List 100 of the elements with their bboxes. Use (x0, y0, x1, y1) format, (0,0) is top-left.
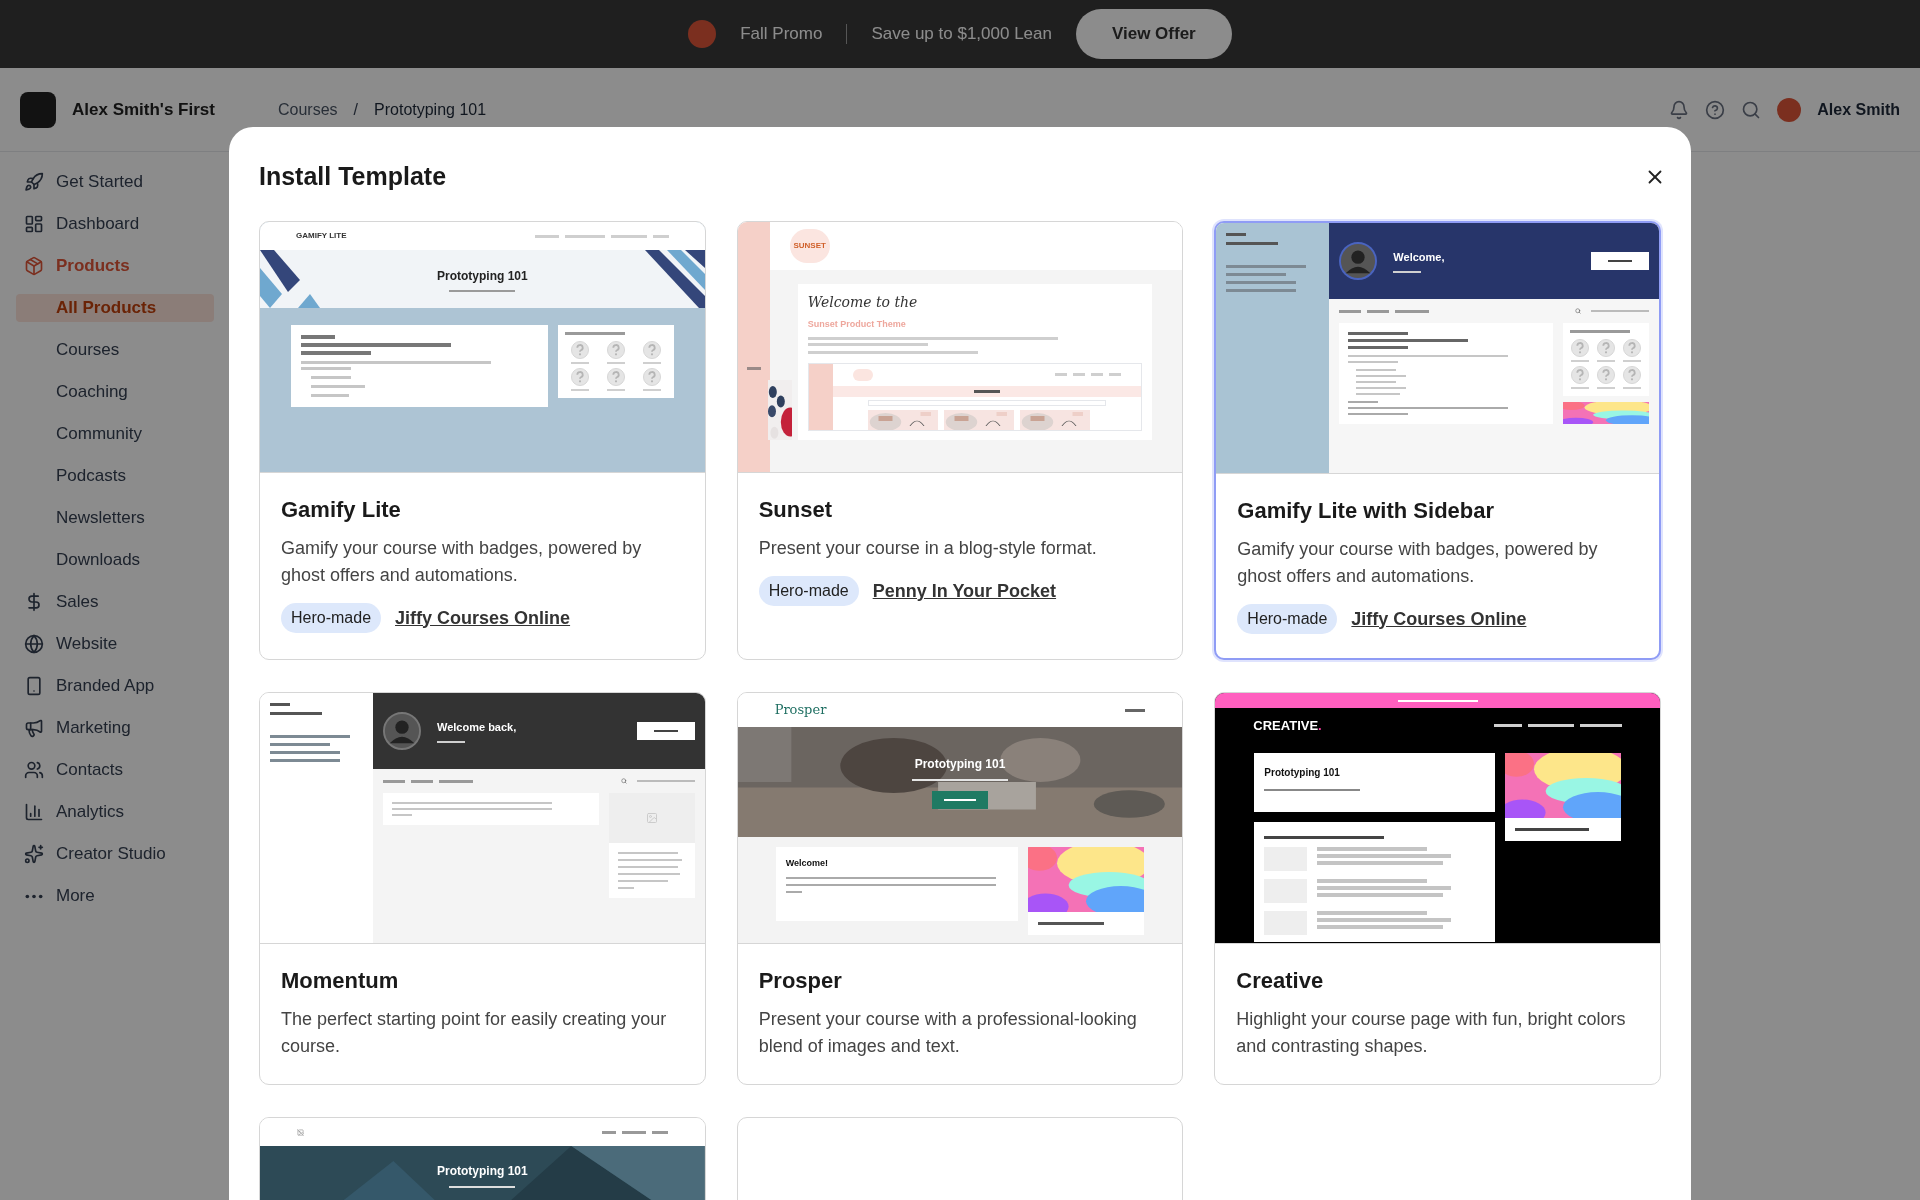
course-title: Prototyping 101 (437, 1163, 528, 1180)
text-lines-drawing (944, 799, 976, 801)
template-card[interactable]: Welcome, Gamify Lite with Sidebar Gamify your course with badges, powered by ghost offers and automations. Hero-made Jiffy Courses Online (1214, 221, 1661, 660)
sidebar-subitem[interactable]: Podcasts (24, 462, 206, 490)
sidebar-subitem[interactable]: All Products (16, 294, 214, 322)
text-lines-drawing (1226, 233, 1279, 245)
sidebar-item[interactable]: Website (56, 631, 118, 657)
sidebar-subitem[interactable]: Coaching (24, 378, 206, 406)
text-lines-drawing (1608, 260, 1632, 262)
site-brand: CREATIVE. (1253, 716, 1322, 735)
template-name: Gamify Lite (281, 496, 402, 524)
promo-title: Fall Promo (740, 23, 823, 46)
breadcrumb-item[interactable]: Courses (278, 97, 338, 122)
text-lines-drawing (1623, 360, 1641, 362)
view-offer-button[interactable]: View Offer (1075, 9, 1232, 59)
template-card[interactable]: Welcome back, Momentum The perfect starting point for easily creating your course. (259, 692, 706, 1085)
text-lines-drawing (606, 389, 625, 391)
template-description: Gamify your course with badges, powered by ghost offers and automations. (1237, 538, 1599, 588)
text-lines-drawing (746, 367, 761, 370)
template-name: Creative (1236, 967, 1325, 995)
template-description: Highlight your course page with fun, bright colors and contrasting shapes. (1236, 1008, 1627, 1058)
text-lines-drawing (606, 362, 625, 364)
site-logo (20, 91, 56, 128)
sidebar-item[interactable]: Get Started (56, 169, 143, 195)
promo-icon (688, 20, 717, 48)
question-badge-icon (606, 341, 625, 359)
dialog-title: Install Template (259, 161, 447, 193)
avatar-icon (1339, 242, 1378, 280)
broken-image-icon (297, 1128, 304, 1136)
stripes-drawing (260, 250, 320, 308)
user-avatar[interactable] (1777, 97, 1802, 122)
course-title: Prototyping 101 (914, 756, 1006, 773)
text-lines-drawing (642, 362, 661, 364)
nav-icon (24, 802, 44, 822)
template-name: Prosper (758, 967, 843, 995)
text-lines-drawing (1356, 369, 1407, 395)
sidebar-item[interactable]: Creator Studio (56, 841, 166, 867)
text-lines-drawing (570, 362, 589, 364)
sidebar-item[interactable]: Sales (56, 589, 99, 615)
image-placeholder-icon (645, 812, 658, 824)
inner-logo (852, 368, 873, 381)
text-lines-drawing (1393, 270, 1422, 273)
text-lines-drawing (617, 852, 682, 889)
sidebar-subitem[interactable]: Downloads (24, 546, 206, 574)
breadcrumb-separator: / (353, 99, 359, 120)
breadcrumb-item: Prototyping 101 (374, 99, 487, 120)
stripes-drawing (644, 250, 705, 308)
text-lines-drawing (1597, 387, 1615, 389)
template-card[interactable]: Prosper Prototyping 101 Welcome! Prosper Present your course with a professional-looking blend of images and text. (736, 692, 1184, 1085)
sidebar-item[interactable]: Marketing (56, 715, 131, 741)
template-description: Present your course in a blog-style format. (758, 537, 1098, 560)
author-link[interactable]: Jiffy Courses Online (1351, 605, 1527, 633)
sidebar-subitem[interactable]: Newsletters (24, 504, 206, 532)
template-name: Gamify Lite with Sidebar (1237, 497, 1496, 525)
text-lines-drawing (1591, 310, 1649, 312)
site-logo: SUNSET (789, 229, 830, 263)
template-card[interactable]: Prototyping 101 (259, 1117, 706, 1200)
site-brand: Prosper (774, 701, 827, 720)
nav-icon (24, 760, 44, 780)
sidebar-item[interactable]: More (56, 883, 95, 909)
course-title: Prototyping 101 (437, 267, 528, 285)
search-icon[interactable] (1741, 99, 1762, 120)
nav-links-drawing (1055, 373, 1122, 376)
sidebar-subitem[interactable]: Community (24, 420, 206, 448)
help-icon[interactable] (1705, 99, 1726, 120)
sidebar-item[interactable]: Branded App (56, 673, 155, 699)
text-lines-drawing (1571, 360, 1589, 362)
hero-made-tag: Hero-made (758, 576, 859, 606)
user-name[interactable]: Alex Smith (1817, 97, 1900, 122)
question-badge-icon (642, 341, 661, 359)
site-brand: GAMIFY LITE (296, 230, 347, 242)
sidebar-item[interactable]: Dashboard (56, 211, 140, 237)
sidebar-item[interactable]: Contacts (56, 757, 124, 783)
text-lines-drawing (311, 376, 365, 397)
text-lines-drawing (642, 389, 661, 391)
theme-heading: Sunset Product Theme (807, 318, 907, 331)
nav-icon (24, 172, 44, 192)
template-description: Present your course with a professional-looking blend of images and text. (758, 1008, 1138, 1058)
author-link[interactable]: Penny In Your Pocket (872, 577, 1057, 605)
script-heading: Welcome to the (807, 293, 919, 312)
text-lines-drawing (1571, 387, 1589, 389)
template-card[interactable]: CREATIVE. Prototyping 101 Creative Highlight your course page with fun, bright colors and contrasting shapes. (1214, 692, 1661, 1085)
question-badge-icon (1623, 366, 1641, 384)
site-name[interactable]: Alex Smith's First (72, 96, 262, 123)
template-card[interactable]: SUNSET Welcome to the Sunset Product Theme Sunset Present your course in a blog-style format. Hero-made Penny In Your Pocket (736, 221, 1184, 660)
template-card[interactable]: GAMIFY LITE Prototyping 101 Gamify Lite Gamify your course with badges, powered by ghost offers and automations. Hero-made Jiffy Courses Online (259, 221, 706, 660)
sidebar-item[interactable]: Products (56, 253, 130, 279)
question-badge-icon (1571, 366, 1589, 384)
avatar-icon (383, 712, 421, 750)
template-name: Sunset (758, 496, 833, 524)
text-lines-drawing (564, 332, 625, 335)
text-lines-drawing (270, 703, 322, 715)
text-lines-drawing (974, 389, 1000, 393)
nav-icon (24, 893, 44, 899)
author-link[interactable]: Jiffy Courses Online (395, 604, 571, 632)
sidebar-item[interactable]: Analytics (56, 799, 125, 825)
bell-icon[interactable] (1669, 99, 1690, 120)
course-title: Prototyping 101 (1264, 766, 1341, 780)
text-lines-drawing (1597, 360, 1615, 362)
sidebar-subitem[interactable]: Courses (24, 336, 206, 364)
